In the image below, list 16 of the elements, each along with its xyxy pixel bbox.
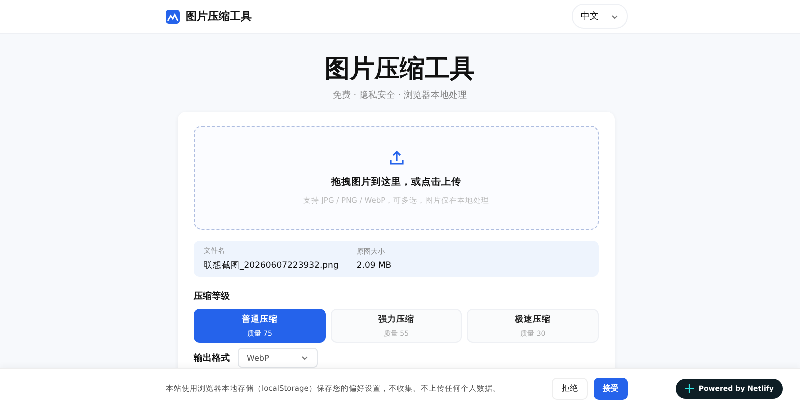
format-select[interactable]: WebP bbox=[238, 348, 318, 368]
brand-name: 图片压缩工具 bbox=[186, 9, 252, 24]
chevron-down-icon bbox=[611, 12, 619, 20]
info-value: 联想截图_20260607223932.png bbox=[204, 260, 339, 272]
dropzone-title: 拖拽图片到这里，或点击上传 bbox=[332, 176, 462, 189]
page-subtitle: 免费 · 隐私安全 · 浏览器本地处理 bbox=[332, 90, 468, 102]
upload-icon bbox=[388, 150, 404, 166]
accept-button[interactable]: 接受 bbox=[594, 378, 628, 400]
decline-button[interactable]: 拒绝 bbox=[552, 378, 588, 400]
output-format-label: 输出格式 bbox=[194, 352, 230, 364]
language-select[interactable]: 中文 bbox=[572, 4, 628, 29]
logo-icon bbox=[166, 10, 180, 24]
section-label: 压缩等级 bbox=[194, 290, 231, 303]
chevron-down-icon bbox=[301, 354, 309, 362]
info-value: 2.09 MB bbox=[356, 261, 392, 271]
page-title: 图片压缩工具 bbox=[325, 53, 475, 85]
